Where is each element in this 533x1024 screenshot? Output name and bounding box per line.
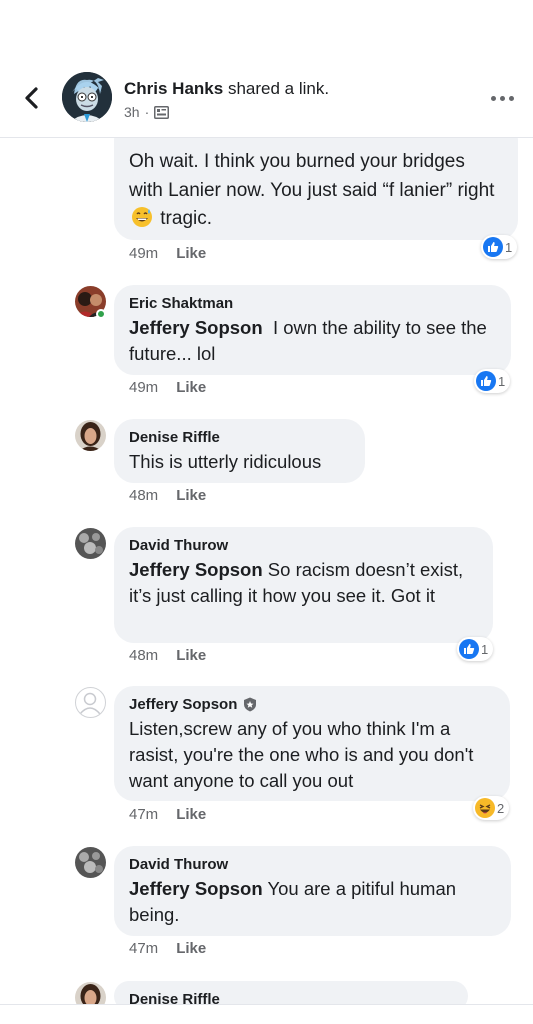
like-reaction-icon bbox=[476, 371, 496, 391]
comment-author[interactable]: Eric Shaktman bbox=[129, 294, 496, 313]
comment-bubble[interactable]: Eric Shaktman Jeffery Sopson I own the a… bbox=[114, 285, 511, 375]
comment-meta: 49m Like bbox=[129, 379, 206, 396]
like-button[interactable]: Like bbox=[176, 940, 206, 957]
mention-link[interactable]: Jeffery Sopson bbox=[129, 317, 263, 338]
admin-badge-icon bbox=[244, 697, 257, 712]
comment-bubble[interactable]: Oh wait. I think you burned your bridges… bbox=[114, 120, 518, 240]
more-icon bbox=[490, 95, 496, 101]
comment-author[interactable]: Denise Riffle bbox=[129, 428, 350, 447]
comment-time[interactable]: 47m bbox=[129, 940, 158, 957]
like-reaction-icon bbox=[459, 639, 479, 659]
more-options-button[interactable] bbox=[487, 86, 517, 110]
avatar[interactable] bbox=[75, 687, 106, 718]
post-author-name[interactable]: Chris Hanks bbox=[124, 79, 223, 98]
avatar[interactable] bbox=[75, 847, 106, 878]
post-title: Chris Hanks shared a link. bbox=[124, 79, 329, 99]
like-button[interactable]: Like bbox=[176, 647, 206, 664]
comment-time[interactable]: 47m bbox=[129, 806, 158, 823]
comment-meta: 49m Like bbox=[129, 245, 206, 262]
post-header: Chris Hanks shared a link. 3h · bbox=[0, 0, 533, 138]
comment-text: Jeffery Sopson You are a pitiful human b… bbox=[129, 878, 457, 925]
like-button[interactable]: Like bbox=[176, 379, 206, 396]
comment-author[interactable]: David Thurow bbox=[129, 855, 496, 874]
comment-bubble[interactable]: David Thurow Jeffery Sopson So racism do… bbox=[114, 527, 493, 643]
comment-author[interactable]: David Thurow bbox=[129, 536, 478, 555]
haha-reaction-icon bbox=[475, 798, 495, 818]
comment-text: Jeffery Sopson I own the ability to see … bbox=[129, 317, 487, 364]
author-avatar[interactable] bbox=[62, 72, 112, 122]
photo-icon bbox=[154, 105, 170, 119]
mention-link[interactable]: Jeffery Sopson bbox=[129, 878, 263, 899]
comment-meta: 47m Like bbox=[129, 806, 206, 823]
grinning-sweat-emoji bbox=[131, 206, 153, 238]
comment-time[interactable]: 49m bbox=[129, 245, 158, 262]
like-button[interactable]: Like bbox=[176, 245, 206, 262]
comment-time[interactable]: 48m bbox=[129, 487, 158, 504]
avatar[interactable] bbox=[75, 420, 106, 451]
comment-time[interactable]: 49m bbox=[129, 379, 158, 396]
like-button[interactable]: Like bbox=[176, 487, 206, 504]
comment-author-row: Jeffery Sopson bbox=[129, 695, 495, 714]
reaction-summary[interactable]: 2 bbox=[473, 796, 510, 820]
mention-link[interactable]: Jeffery Sopson bbox=[129, 559, 263, 580]
comment-bubble[interactable]: Jeffery Sopson Listen,screw any of you w… bbox=[114, 686, 510, 801]
like-button[interactable]: Like bbox=[176, 806, 206, 823]
comment-text: Listen,screw any of you who think I'm a … bbox=[129, 718, 474, 791]
comment-time[interactable]: 48m bbox=[129, 647, 158, 664]
comment-text: This is utterly ridiculous bbox=[129, 451, 322, 472]
post-time[interactable]: 3h bbox=[124, 104, 140, 120]
post-action: shared a link. bbox=[227, 79, 330, 98]
reaction-summary[interactable]: 1 bbox=[481, 235, 518, 259]
comment-bubble[interactable]: Denise Riffle This is utterly ridiculous bbox=[114, 419, 365, 483]
comment-composer-bar[interactable] bbox=[0, 1004, 533, 1024]
comment-meta: 48m Like bbox=[129, 647, 206, 664]
reaction-count: 1 bbox=[505, 239, 513, 255]
avatar[interactable] bbox=[75, 528, 106, 559]
reaction-summary[interactable]: 1 bbox=[474, 369, 511, 393]
post-meta: 3h · bbox=[124, 104, 170, 120]
back-arrow-icon bbox=[25, 87, 38, 109]
reaction-count: 1 bbox=[498, 373, 506, 389]
like-reaction-icon bbox=[483, 237, 503, 257]
comment-bubble[interactable]: David Thurow Jeffery Sopson You are a pi… bbox=[114, 846, 511, 936]
comment-author[interactable]: Jeffery Sopson bbox=[129, 695, 237, 714]
reaction-summary[interactable]: 1 bbox=[457, 637, 494, 661]
comment-meta: 47m Like bbox=[129, 940, 206, 957]
comment-text: Jeffery Sopson So racism doesn’t exist, … bbox=[129, 559, 464, 606]
online-status-indicator bbox=[96, 309, 106, 319]
reaction-count: 1 bbox=[481, 641, 489, 657]
back-button[interactable] bbox=[18, 84, 46, 112]
comment-meta: 48m Like bbox=[129, 487, 206, 504]
comment-text: Oh wait. I think you burned your bridges… bbox=[129, 148, 503, 238]
reaction-count: 2 bbox=[497, 800, 505, 816]
